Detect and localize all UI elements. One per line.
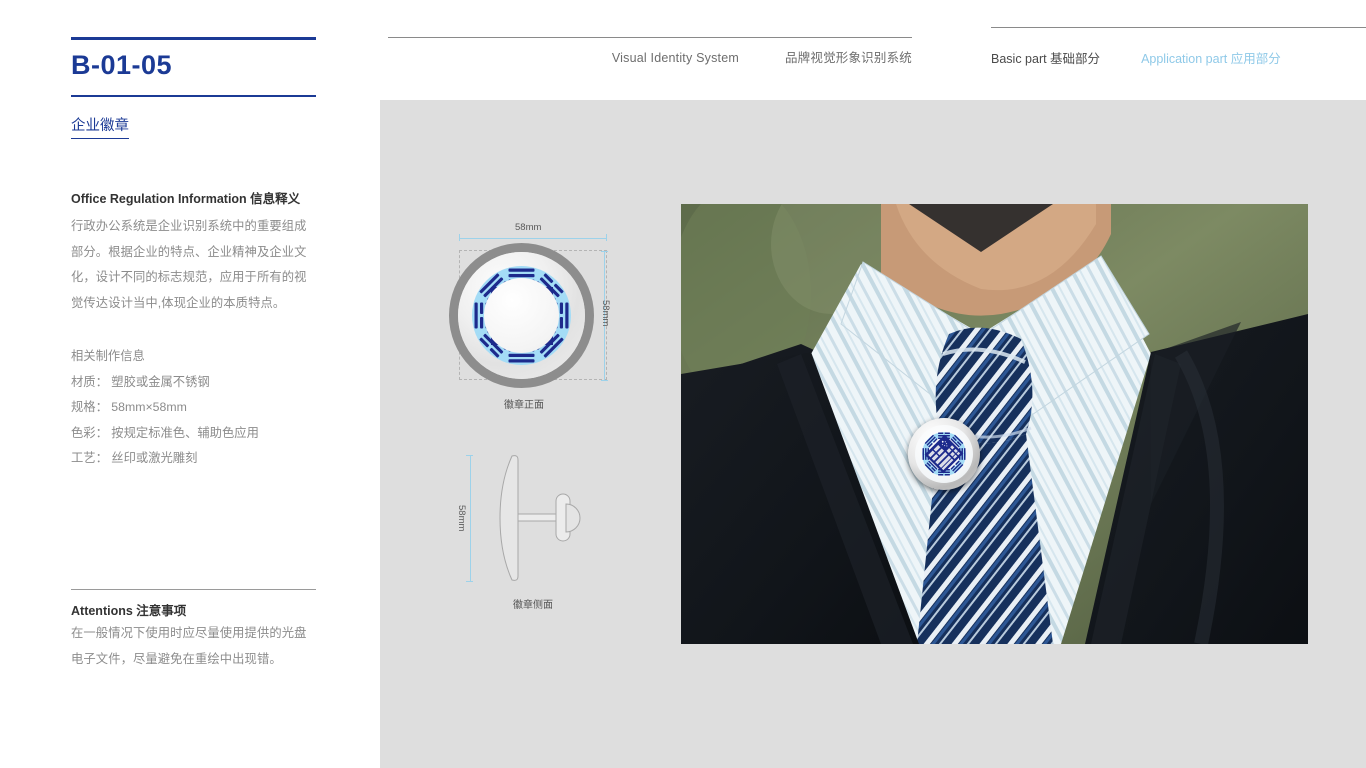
front-view-label: 徽章正面 [504, 400, 544, 411]
spec-item-color: 色彩： 按规定标准色、辅助色应用 [71, 425, 259, 440]
spec-item-process: 工艺： 丝印或激光雕刻 [71, 451, 198, 465]
nav-basic-part[interactable]: Basic part 基础部分 [991, 52, 1100, 66]
lapel-badge-artwork [915, 425, 973, 483]
company-emblem-icon [490, 286, 553, 345]
side-dim-line [470, 455, 471, 582]
sidebar-rule-bottom [71, 95, 316, 97]
info-section-body: 行政办公系统是企业识别系统中的重要组成部分。根据企业的特点、企业精神及企业文化，… [71, 219, 307, 310]
side-view-label: 徽章侧面 [513, 600, 553, 611]
system-title-cn: 品牌视觉形象识别系统 [784, 51, 912, 65]
application-photo [681, 204, 1308, 644]
attentions-body: 在一般情况下使用时应尽量使用提供的光盘电子文件，尽量避免在重绘中出现错。 [71, 626, 307, 666]
spec-heading: 相关制作信息 [71, 349, 145, 363]
dim-label-width: 58mm [515, 222, 542, 233]
lapel-badge-inner [915, 425, 973, 483]
bagua-pattern-icon [458, 252, 585, 379]
header-nav: Basic part 基础部分 Application part 应用部分 [991, 48, 1366, 67]
nav-application-part[interactable]: Application part 应用部分 [1141, 52, 1281, 66]
spec-section: 相关制作信息 材质： 塑胶或金属不锈钢 规格： 58mm×58mm 色彩： 按规… [71, 344, 321, 472]
page-title: 企业徽章 [71, 114, 129, 139]
spec-item-size: 规格： 58mm×58mm [71, 400, 187, 414]
badge-side-view [480, 448, 590, 588]
spec-item-material: 材质： 塑胶或金属不锈钢 [71, 374, 210, 389]
side-dim-label: 58mm [456, 505, 467, 532]
badge-front-view [458, 252, 585, 379]
attentions-heading: Attentions 注意事项 [71, 604, 187, 618]
attentions-rule [71, 589, 316, 590]
header-rule-right [991, 27, 1366, 28]
page-code: B-01-05 [71, 50, 173, 80]
lapel-badge [908, 418, 980, 490]
sidebar-rule-top [71, 37, 316, 40]
info-section-heading: Office Regulation Information 信息释义 [71, 192, 301, 206]
header-system-title: Visual Identity System 品牌视觉形象识别系统 [388, 47, 912, 66]
system-title-en: Visual Identity System [611, 51, 739, 65]
header-rule-center [388, 37, 912, 38]
dim-line-width [459, 238, 607, 239]
dim-label-height: 58mm [600, 300, 611, 327]
